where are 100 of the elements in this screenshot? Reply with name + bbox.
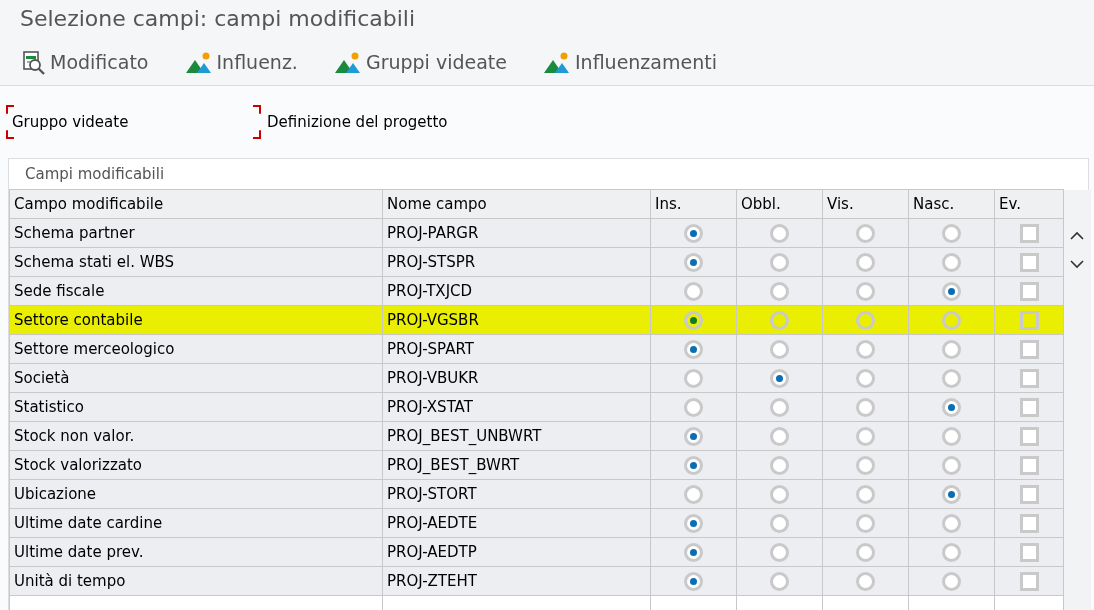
checkbox[interactable] <box>1019 339 1039 359</box>
checkbox[interactable] <box>1019 426 1039 446</box>
radio-button[interactable] <box>942 426 961 446</box>
field-label[interactable]: Gruppo videate <box>6 104 261 140</box>
radio-button[interactable] <box>770 426 789 446</box>
table-cell: PROJ_BEST_BWRT <box>387 455 520 474</box>
radio-button[interactable] <box>684 397 703 417</box>
radio-button[interactable] <box>942 368 961 388</box>
window-title: Selezione campi: campi modificabili <box>20 6 415 31</box>
radio-button[interactable] <box>942 223 961 243</box>
radio-button[interactable] <box>684 513 703 533</box>
checkbox[interactable] <box>1019 223 1039 243</box>
checkbox[interactable] <box>1019 281 1039 301</box>
radio-button[interactable] <box>684 426 703 446</box>
radio-button[interactable] <box>856 339 875 359</box>
toolbar-button[interactable]: Modificato <box>22 48 157 77</box>
column-header: Ins. <box>655 194 682 213</box>
table-cell: Schema partner <box>14 223 135 242</box>
column-header: Campo modificabile <box>14 194 164 213</box>
radio-button[interactable] <box>942 310 961 330</box>
table-cell: Stock non valor. <box>14 426 135 445</box>
checkbox[interactable] <box>1019 455 1039 475</box>
checkbox[interactable] <box>1019 513 1039 533</box>
table-cell: PROJ-ZTEHT <box>387 571 477 590</box>
radio-button[interactable] <box>684 281 703 301</box>
radio-button[interactable] <box>770 339 789 359</box>
column-header: Obbl. <box>741 194 781 213</box>
table-cell: PROJ-VGSBR <box>387 310 479 329</box>
checkbox[interactable] <box>1019 252 1039 272</box>
table-cell: PROJ-STSPR <box>387 252 476 271</box>
radio-button[interactable] <box>770 542 789 562</box>
radio-button[interactable] <box>770 310 789 330</box>
table-cell: PROJ-STORT <box>387 484 477 503</box>
table-cell: PROJ-AEDTP <box>387 542 477 561</box>
document-magnifier-icon <box>22 49 46 76</box>
checkbox[interactable] <box>1019 542 1039 562</box>
radio-button[interactable] <box>684 484 703 504</box>
table-cell: Sede fiscale <box>14 281 105 300</box>
checkbox[interactable] <box>1019 484 1039 504</box>
radio-button[interactable] <box>684 310 703 330</box>
radio-button[interactable] <box>684 252 703 272</box>
table-cell: PROJ_BEST_UNBWRT <box>387 426 542 445</box>
radio-button[interactable] <box>856 368 875 388</box>
column-header: Vis. <box>827 194 854 213</box>
radio-button[interactable] <box>770 252 789 272</box>
radio-button[interactable] <box>856 223 875 243</box>
radio-button[interactable] <box>856 252 875 272</box>
checkbox[interactable] <box>1019 310 1039 330</box>
toolbar-button[interactable]: Gruppi videate <box>333 48 515 77</box>
table-cell: PROJ-AEDTE <box>387 513 478 532</box>
radio-button[interactable] <box>770 571 789 591</box>
radio-button[interactable] <box>684 339 703 359</box>
radio-button[interactable] <box>856 571 875 591</box>
radio-button[interactable] <box>770 368 789 388</box>
radio-button[interactable] <box>856 397 875 417</box>
radio-button[interactable] <box>684 455 703 475</box>
field-label[interactable]: Definizione del progetto <box>261 104 454 140</box>
table-cell: Schema stati el. WBS <box>14 252 175 271</box>
radio-button[interactable] <box>856 281 875 301</box>
table-cell: PROJ-PARGR <box>387 223 479 242</box>
radio-button[interactable] <box>770 281 789 301</box>
radio-button[interactable] <box>942 281 961 301</box>
radio-button[interactable] <box>856 484 875 504</box>
radio-button[interactable] <box>942 455 961 475</box>
radio-button[interactable] <box>770 455 789 475</box>
radio-button[interactable] <box>684 571 703 591</box>
radio-button[interactable] <box>856 426 875 446</box>
radio-button[interactable] <box>684 368 703 388</box>
table-cell: Unità di tempo <box>14 571 126 590</box>
table-cell: Settore contabile <box>14 310 143 329</box>
radio-button[interactable] <box>856 310 875 330</box>
radio-button[interactable] <box>942 513 961 533</box>
radio-button[interactable] <box>770 223 789 243</box>
radio-button[interactable] <box>942 397 961 417</box>
radio-button[interactable] <box>770 513 789 533</box>
column-header: Nasc. <box>913 194 955 213</box>
radio-button[interactable] <box>856 542 875 562</box>
radio-button[interactable] <box>942 571 961 591</box>
radio-button[interactable] <box>856 455 875 475</box>
radio-button[interactable] <box>770 397 789 417</box>
radio-button[interactable] <box>942 252 961 272</box>
radio-button[interactable] <box>770 484 789 504</box>
mountains-icon <box>333 50 362 75</box>
table-cell: PROJ-TXJCD <box>387 281 473 300</box>
checkbox[interactable] <box>1019 397 1039 417</box>
radio-button[interactable] <box>942 542 961 562</box>
checkbox[interactable] <box>1019 368 1039 388</box>
radio-button[interactable] <box>942 339 961 359</box>
radio-button[interactable] <box>684 223 703 243</box>
table-cell: Statistico <box>14 397 84 416</box>
checkbox[interactable] <box>1019 571 1039 591</box>
radio-button[interactable] <box>942 484 961 504</box>
toolbar-button[interactable]: Influenzamenti <box>543 48 725 77</box>
radio-button[interactable] <box>684 542 703 562</box>
table-cell: Settore merceologico <box>14 339 175 358</box>
table-cell: PROJ-XSTAT <box>387 397 473 416</box>
table-cell: Società <box>14 368 70 387</box>
toolbar-button[interactable]: Influenz. <box>184 48 306 77</box>
radio-button[interactable] <box>856 513 875 533</box>
column-header: Ev. <box>999 194 1021 213</box>
